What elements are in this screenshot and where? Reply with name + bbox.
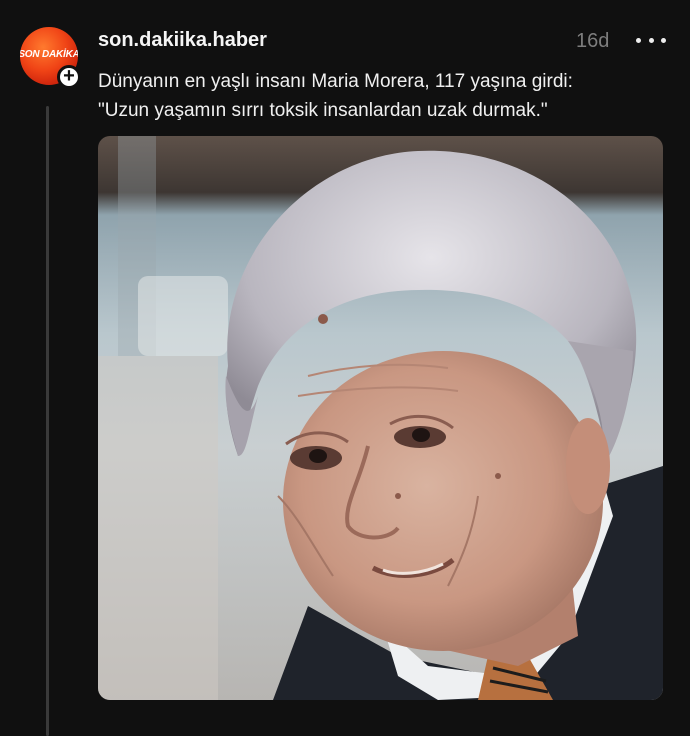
portrait-photo xyxy=(98,136,663,700)
thread-line xyxy=(46,106,49,736)
caption-line-1: Dünyanın en yaşlı insanı Maria Morera, 1… xyxy=(98,71,573,92)
username[interactable]: son.dakiika.haber xyxy=(98,29,267,52)
more-dot-icon xyxy=(648,37,654,43)
more-dot-icon xyxy=(661,37,666,43)
follow-button[interactable]: + xyxy=(57,65,81,89)
post-caption: Dünyanın en yaşlı insanı Maria Morera, 1… xyxy=(98,67,678,125)
more-dot-icon xyxy=(636,37,641,43)
caption-line-2: "Uzun yaşamın sırrı toksik insanlardan u… xyxy=(98,100,548,121)
plus-icon: + xyxy=(63,65,75,87)
avatar-logo-text: SON DAKİKA xyxy=(20,48,78,60)
more-options-button[interactable] xyxy=(636,32,666,48)
post-image[interactable] xyxy=(98,136,663,700)
avatar-container[interactable]: SON DAKİKA + xyxy=(20,27,81,89)
post: SON DAKİKA + son.dakiika.haber 16d Dünya… xyxy=(0,0,690,736)
timestamp: 16d xyxy=(576,30,610,52)
